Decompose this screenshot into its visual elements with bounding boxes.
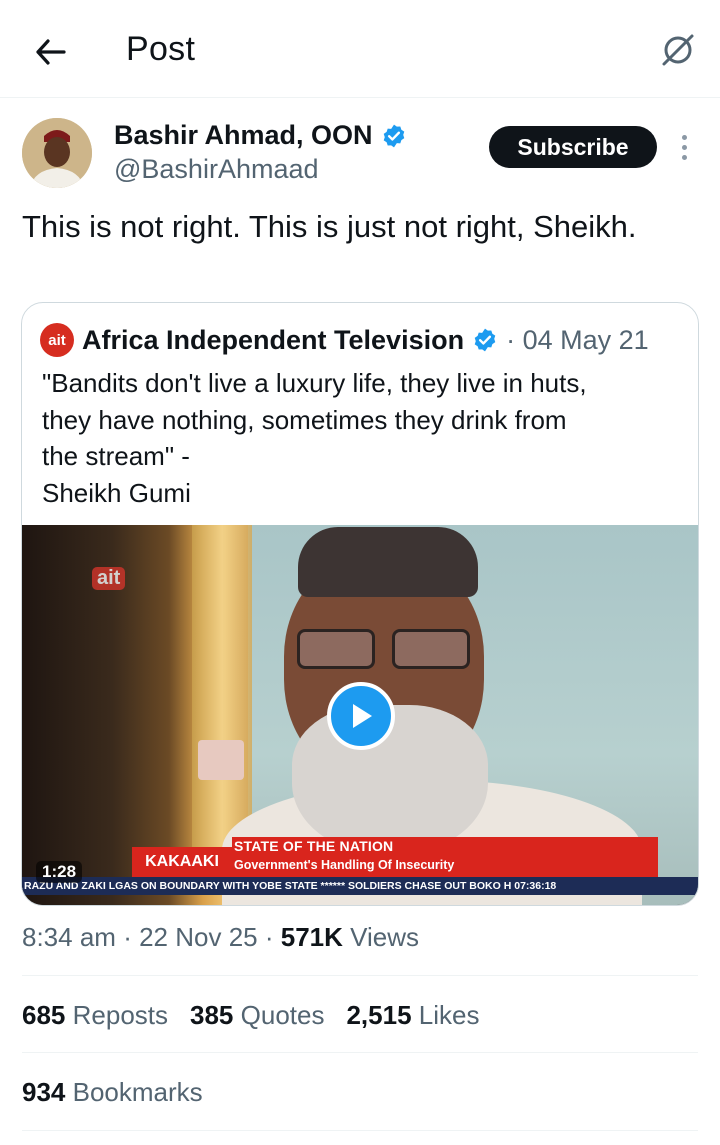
post-text: This is not right. This is just not righ…	[22, 209, 637, 244]
quote-author-name: Africa Independent Television	[82, 324, 465, 355]
lower-third-title: STATE OF THE NATION	[234, 838, 394, 854]
news-ticker: RAZU AND ZAKI LGAS ON BOUNDARY WITH YOBE…	[22, 877, 698, 895]
video-lamp	[198, 740, 244, 780]
video-duration: 1:28	[36, 861, 83, 883]
top-bar: Post	[0, 0, 720, 98]
video-glasses-lens	[392, 629, 470, 669]
likes-stat[interactable]: 2,515 Likes	[346, 1000, 479, 1031]
more-dot-icon	[681, 134, 687, 140]
meta-separator: ·	[123, 922, 132, 952]
back-button[interactable]	[28, 30, 72, 74]
post-meta: 8:34 am · 22 Nov 25 · 571K Views	[22, 922, 419, 953]
divider	[22, 1130, 698, 1131]
video-player[interactable]: ait KAKAAKI STATE OF THE NATION Governme…	[22, 525, 698, 905]
divider	[22, 1052, 698, 1053]
divider	[22, 975, 698, 976]
quote-text-line: they have nothing, sometimes they drink …	[42, 404, 567, 435]
verified-badge-icon	[474, 328, 496, 352]
ait-logo-icon: ait	[40, 323, 74, 357]
quoted-post[interactable]: ait Africa Independent Television · 04 M…	[21, 302, 699, 906]
author-handle[interactable]: @BashirAhmaad	[114, 154, 319, 185]
verified-badge-icon	[383, 124, 404, 147]
engagement-stats: 685 Reposts 385 Quotes 2,515 Likes	[22, 1000, 479, 1031]
quote-text-line: Sheikh Gumi	[42, 477, 191, 508]
quote-text-line: the stream" -	[42, 441, 190, 471]
video-person-cap	[298, 527, 478, 597]
page-title: Post	[126, 30, 196, 68]
subscribe-button[interactable]: Subscribe	[489, 126, 657, 168]
video-curtain	[192, 525, 252, 855]
quote-text: "Bandits don't live a luxury life, they …	[42, 365, 682, 511]
post-time: 8:34 am	[22, 922, 116, 952]
lower-third-subtitle: Government's Handling Of Insecurity	[234, 858, 455, 872]
quotes-stat[interactable]: 385 Quotes	[190, 1000, 324, 1031]
video-glasses-lens	[297, 629, 375, 669]
quote-text-line: "Bandits don't live a luxury life, they …	[42, 368, 587, 398]
more-options-button[interactable]	[672, 132, 696, 162]
grok-button[interactable]	[656, 28, 700, 72]
grok-icon	[662, 34, 694, 66]
meta-separator: ·	[264, 922, 274, 952]
avatar[interactable]	[22, 118, 92, 188]
views-count: 571K	[280, 922, 343, 952]
avatar-image	[22, 118, 92, 188]
show-label: KAKAAKI	[132, 847, 232, 877]
arrow-left-icon	[36, 39, 66, 65]
post-author: Bashir Ahmad, OON @BashirAhmaad Subscrib…	[22, 118, 702, 198]
views-label[interactable]: Views	[350, 922, 419, 952]
bookmarks-stat[interactable]: 934 Bookmarks	[22, 1077, 203, 1108]
channel-logo: ait	[92, 567, 126, 590]
more-dot-icon	[681, 144, 687, 150]
more-dot-icon	[681, 154, 687, 160]
reposts-stat[interactable]: 685 Reposts	[22, 1000, 168, 1031]
play-button[interactable]	[327, 682, 395, 750]
play-icon	[353, 704, 372, 728]
quote-date: · 04 May 21	[506, 324, 649, 355]
post-date: 22 Nov 25	[139, 922, 258, 952]
author-name[interactable]: Bashir Ahmad, OON	[114, 120, 373, 151]
